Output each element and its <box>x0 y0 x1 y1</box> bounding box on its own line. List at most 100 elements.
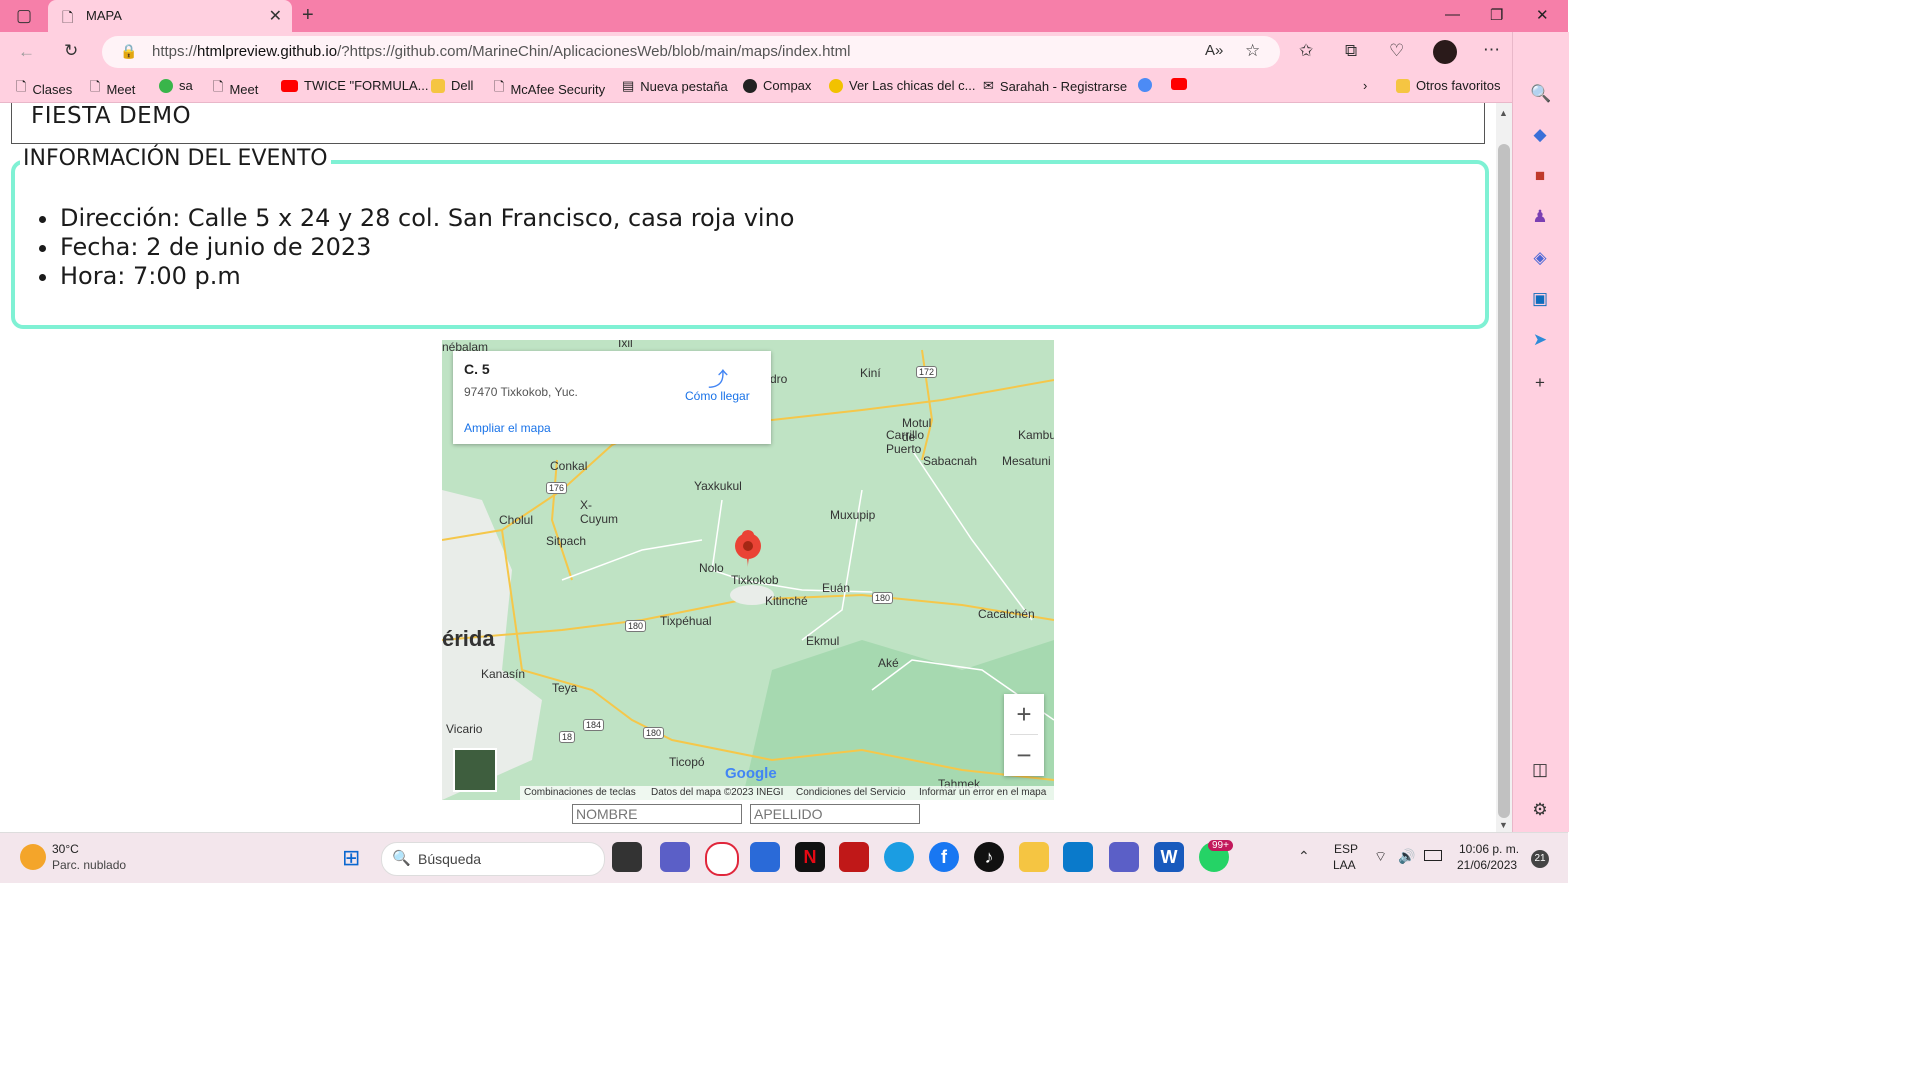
word-icon[interactable]: W <box>1154 842 1184 872</box>
nombre-input[interactable] <box>572 804 742 824</box>
minimize-icon[interactable]: — <box>1445 6 1460 23</box>
info-hora: Hora: 7:00 p.m <box>60 262 794 291</box>
split-screen-icon[interactable]: ◫ <box>1530 760 1550 780</box>
collections-icon[interactable]: ⧉ <box>1345 41 1357 61</box>
zoom-control: + − <box>1004 694 1044 776</box>
directions-link[interactable]: Cómo llegar <box>685 389 750 403</box>
info-fecha: Fecha: 2 de junio de 2023 <box>60 233 794 262</box>
tools-icon[interactable]: ■ <box>1530 166 1550 186</box>
netflix-icon[interactable]: N <box>795 842 825 872</box>
taskbar-search[interactable]: 🔍 Búsqueda <box>381 842 605 876</box>
mail-icon: ✉ <box>983 78 994 93</box>
facebook-icon[interactable]: f <box>929 842 959 872</box>
bookmark-chicas[interactable]: Ver Las chicas del c... <box>829 78 975 93</box>
apellido-input[interactable] <box>750 804 920 824</box>
scrollbar-thumb[interactable] <box>1498 144 1510 818</box>
page-icon: 🗋 <box>494 79 505 94</box>
chat-icon[interactable] <box>660 842 690 872</box>
send-icon[interactable]: ➤ <box>1530 330 1550 350</box>
file-explorer-icon[interactable] <box>1019 842 1049 872</box>
bookmark-youtube[interactable] <box>1171 78 1187 90</box>
close-tab-icon[interactable]: ✕ <box>269 6 282 26</box>
tab-title: MAPA <box>86 8 122 23</box>
teams-icon[interactable] <box>1109 842 1139 872</box>
video-icon <box>1138 78 1152 92</box>
report-error-link[interactable]: Informar un error en el mapa <box>919 787 1046 798</box>
lang-code[interactable]: ESP <box>1334 842 1358 856</box>
directions-icon[interactable]: ⤴ <box>708 363 728 392</box>
edge-icon[interactable] <box>884 842 914 872</box>
satellite-toggle[interactable] <box>453 748 497 792</box>
tab-mapa[interactable]: 🗋 MAPA ✕ <box>48 0 292 32</box>
clock-date[interactable]: 21/06/2023 <box>1457 858 1517 872</box>
scroll-down-icon[interactable]: ▼ <box>1499 820 1508 830</box>
task-view-icon[interactable] <box>612 842 642 872</box>
restore-icon[interactable]: ❐ <box>1490 6 1503 24</box>
profile-avatar[interactable] <box>1433 40 1457 64</box>
bookmark-compax[interactable]: Compax <box>743 78 811 93</box>
lang-layout[interactable]: LAA <box>1333 858 1356 872</box>
read-aloud-icon[interactable]: A» <box>1205 42 1223 59</box>
map-label: dro <box>770 372 788 386</box>
add-icon[interactable]: + <box>1530 373 1550 393</box>
bookmark-meet-2[interactable]: 🗋 Meet <box>213 78 258 100</box>
terms-link[interactable]: Condiciones del Servicio <box>796 787 906 798</box>
outlook-icon[interactable]: ▣ <box>1530 289 1550 309</box>
weather-icon[interactable] <box>20 844 46 870</box>
weather-temp[interactable]: 30°C <box>52 842 79 856</box>
shopping-icon[interactable]: ◆ <box>1530 125 1550 145</box>
url-text[interactable]: https://htmlpreview.github.io/?https://g… <box>152 43 850 60</box>
search-icon[interactable]: 🔍 <box>1530 84 1551 104</box>
bookmark-clases[interactable]: 🗋 Clases <box>16 78 72 100</box>
back-icon[interactable]: ← <box>18 42 35 62</box>
bookmark-dell[interactable]: Dell <box>431 78 473 93</box>
volume-icon[interactable]: 🔊 <box>1398 848 1415 865</box>
store-icon[interactable] <box>750 842 780 872</box>
bookmark-nueva-pestana[interactable]: ▤ Nueva pestaña <box>622 78 728 94</box>
wifi-icon[interactable]: ⌔ <box>1374 848 1387 866</box>
keyboard-shortcuts-link[interactable]: Combinaciones de teclas <box>524 787 636 798</box>
bookmark-mcafee[interactable]: 🗋 McAfee Security <box>494 78 605 100</box>
opera-icon[interactable] <box>705 842 739 876</box>
favorite-star-icon[interactable]: ☆ <box>1245 41 1260 61</box>
zoom-out-button[interactable]: − <box>1004 735 1044 775</box>
office-icon[interactable]: ◈ <box>1530 248 1550 268</box>
search-label: Búsqueda <box>418 851 482 867</box>
enlarge-map-link[interactable]: Ampliar el mapa <box>464 421 551 435</box>
bookmark-video[interactable] <box>1138 78 1152 92</box>
scroll-up-icon[interactable]: ▲ <box>1499 108 1508 118</box>
weather-desc[interactable]: Parc. nublado <box>52 858 126 872</box>
bookmark-meet[interactable]: 🗋 Meet <box>90 78 135 100</box>
bookmark-twice[interactable]: TWICE "FORMULA... <box>281 78 429 93</box>
chevron-up-icon[interactable]: ⌃ <box>1298 848 1310 865</box>
header-box: FIESTA DEMO <box>11 103 1485 144</box>
folder-icon <box>1396 78 1410 93</box>
zoom-in-button[interactable]: + <box>1004 694 1044 734</box>
bookmark-sa[interactable]: sa <box>159 78 193 93</box>
tiktok-icon[interactable]: ♪ <box>974 842 1004 872</box>
windows-start-icon[interactable]: ⊞ <box>342 845 360 871</box>
map-label: Nolo <box>699 561 724 575</box>
settings-gear-icon[interactable]: ⚙ <box>1530 800 1550 820</box>
close-window-icon[interactable]: ✕ <box>1536 6 1549 24</box>
favorites-icon[interactable]: ✩ <box>1299 41 1313 61</box>
extensions-icon[interactable]: ♡ <box>1389 41 1404 61</box>
mcafee-icon[interactable] <box>839 842 869 872</box>
tab-actions-icon[interactable]: ▢ <box>16 6 32 26</box>
new-tab-icon[interactable]: + <box>302 4 314 27</box>
bookmarks-more[interactable]: › <box>1363 78 1367 93</box>
lock-icon[interactable]: 🔒 <box>120 43 137 60</box>
map-info-card: C. 5 97470 Tixkokob, Yuc. Ampliar el map… <box>453 351 771 444</box>
games-icon[interactable]: ♟ <box>1530 207 1550 227</box>
map-label: Sitpach <box>546 534 587 548</box>
battery-icon[interactable] <box>1424 850 1442 861</box>
bookmark-otros-favoritos[interactable]: Otros favoritos <box>1396 78 1501 93</box>
road-shield: 18 <box>559 731 576 743</box>
more-menu-icon[interactable]: ⋯ <box>1483 40 1500 60</box>
vscode-icon[interactable] <box>1063 842 1093 872</box>
notification-count[interactable]: 21 <box>1531 850 1549 868</box>
refresh-icon[interactable]: ↻ <box>64 41 78 61</box>
bookmark-sarahah[interactable]: ✉ Sarahah - Registrarse <box>983 78 1127 94</box>
road-shield: 172 <box>916 366 938 378</box>
clock-time[interactable]: 10:06 p. m. <box>1459 842 1519 856</box>
